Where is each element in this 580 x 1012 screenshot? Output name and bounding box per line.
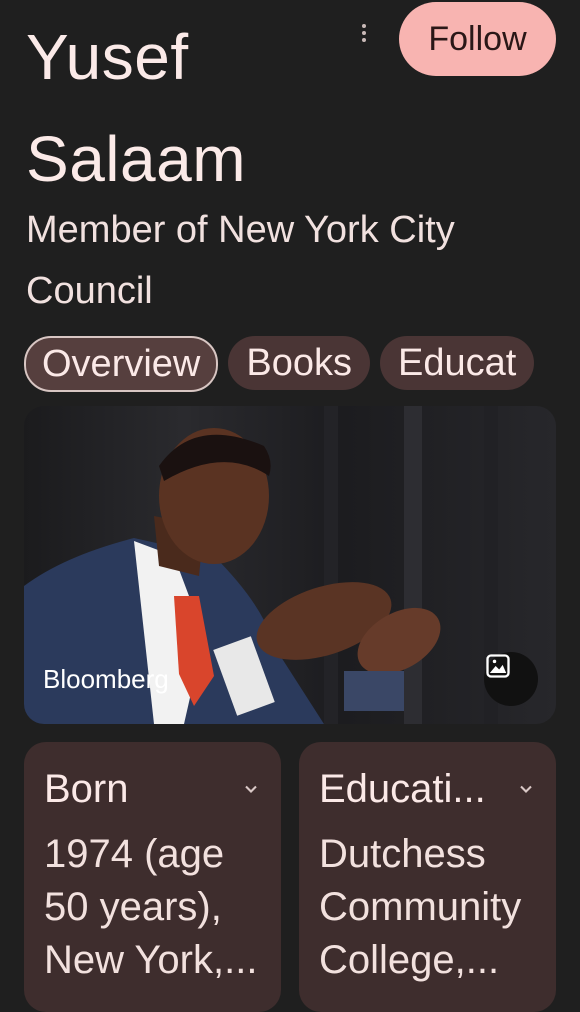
education-value: Dutchess Community College,...: [319, 832, 522, 982]
image-source-label: Bloomberg: [43, 664, 169, 694]
education-card[interactable]: Educati... Dutchess Community College,..…: [299, 742, 556, 1012]
profile-photo[interactable]: Bloomberg: [24, 406, 556, 724]
page-title: Yusef Salaam: [26, 21, 246, 195]
tab-education[interactable]: Educat: [380, 336, 535, 390]
tab-bar: Overview Books Educat: [24, 336, 535, 392]
entity-subtitle: Member of New York City Council: [26, 209, 455, 312]
image-icon[interactable]: [484, 652, 538, 706]
born-label: Born: [44, 766, 129, 811]
more-options-icon[interactable]: [352, 16, 376, 50]
chevron-down-icon: [520, 785, 532, 793]
education-label: Educati...: [319, 766, 486, 811]
follow-button[interactable]: Follow: [399, 2, 556, 76]
tab-books[interactable]: Books: [228, 336, 370, 390]
born-value: 1974 (age 50 years), New York,...: [44, 832, 258, 982]
chevron-down-icon: [245, 785, 257, 793]
tab-overview[interactable]: Overview: [24, 336, 219, 392]
born-card[interactable]: Born 1974 (age 50 years), New York,...: [24, 742, 281, 1012]
